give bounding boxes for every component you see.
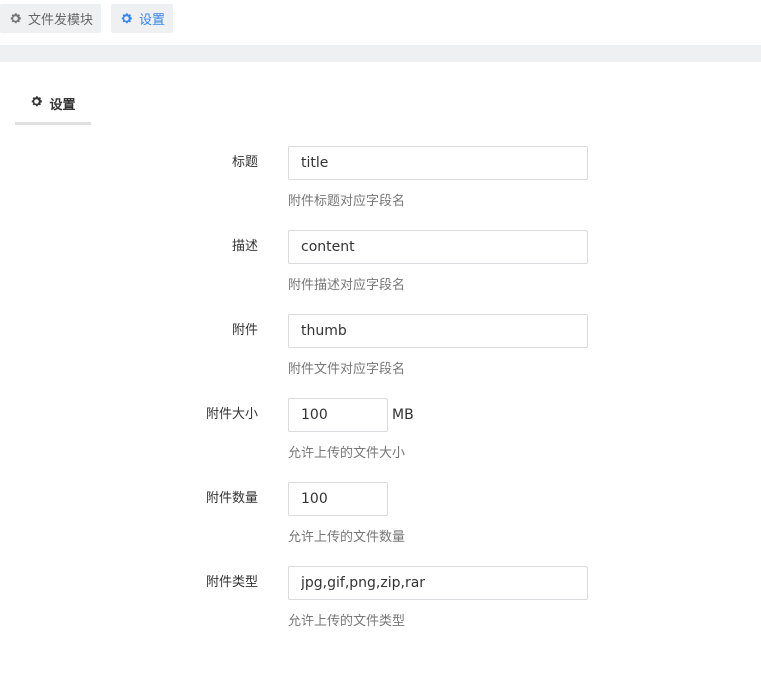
field-label: 标题 [231, 155, 258, 170]
field-label: 附件类型 [205, 575, 258, 590]
field-hint: 附件标题对应字段名 [288, 194, 406, 209]
breadcrumb-item-settings[interactable]: 设置 [111, 4, 174, 33]
gear-icon [30, 95, 43, 112]
breadcrumb-label: 设置 [139, 13, 166, 28]
field-hint: 允许上传的文件数量 [288, 530, 406, 545]
field-label: 附件数量 [205, 491, 258, 506]
tab-label: 设置 [49, 98, 76, 113]
divider-band [0, 45, 761, 62]
type-field-input[interactable] [288, 566, 588, 600]
title-field-input[interactable] [288, 146, 588, 180]
gear-icon [119, 12, 133, 26]
breadcrumb-item-module[interactable]: 文件发模块 [0, 4, 102, 33]
field-hint: 附件文件对应字段名 [288, 362, 406, 377]
gear-icon [8, 12, 22, 26]
description-field-input[interactable] [288, 230, 588, 264]
size-unit: MB [392, 407, 414, 423]
breadcrumb: 文件发模块 设置 [0, 4, 174, 33]
field-label: 描述 [231, 239, 258, 254]
field-label: 附件 [231, 323, 258, 338]
size-field-input[interactable] [288, 398, 388, 432]
count-field-input[interactable] [288, 482, 388, 516]
attachment-field-input[interactable] [288, 314, 588, 348]
tab-settings[interactable]: 设置 [15, 85, 91, 125]
breadcrumb-label: 文件发模块 [28, 13, 94, 28]
field-label: 附件大小 [205, 407, 258, 422]
field-hint: 附件描述对应字段名 [288, 278, 406, 293]
field-hint: 允许上传的文件大小 [288, 446, 406, 461]
field-hint: 允许上传的文件类型 [288, 614, 406, 629]
